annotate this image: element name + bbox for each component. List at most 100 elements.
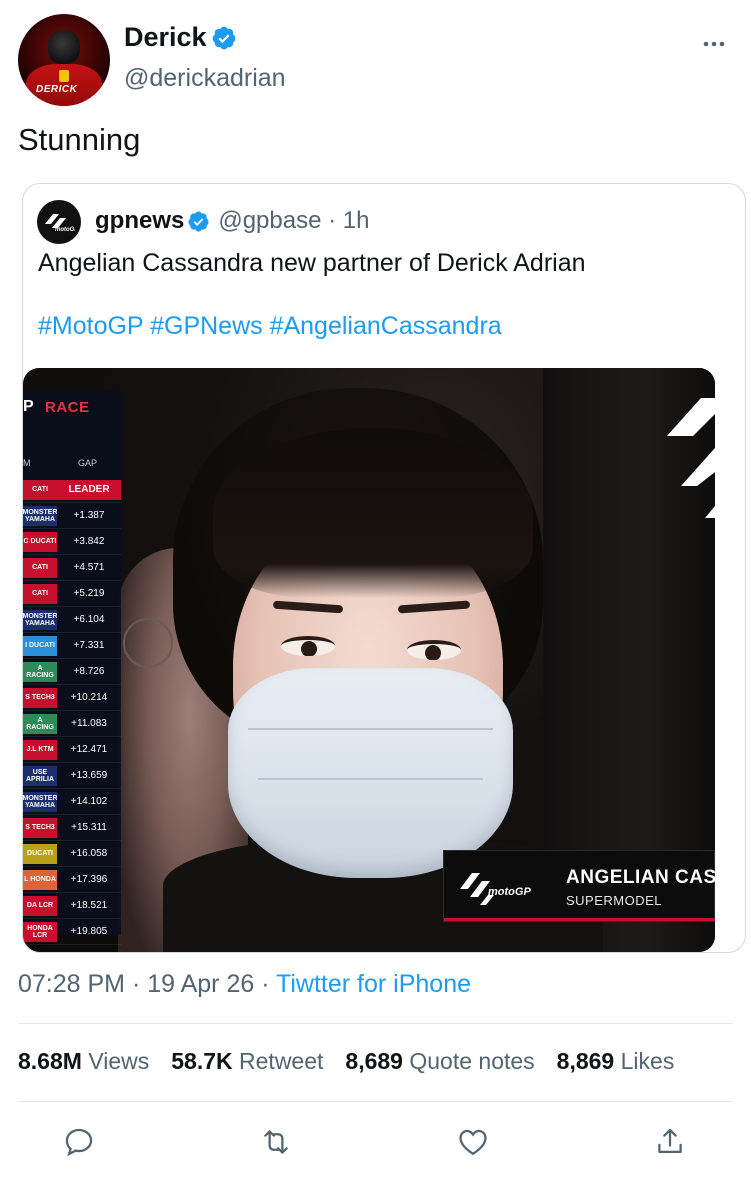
quoted-handle-time: @gpbase · 1h bbox=[218, 207, 370, 234]
quoted-media-image[interactable]: P RACE M GAP CATI LEADER MONSTER YAMAHA +1.… bbox=[23, 368, 715, 952]
standings-gap: +18.521 bbox=[70, 900, 108, 911]
stat-likes[interactable]: 8,869 Likes bbox=[557, 1048, 675, 1075]
standings-gap: +11.083 bbox=[71, 718, 107, 729]
stat-label: Quote notes bbox=[409, 1048, 535, 1074]
standings-team: CATI bbox=[23, 583, 57, 604]
background-glasses bbox=[123, 618, 173, 668]
standings-gap: LEADER bbox=[57, 479, 121, 500]
divider bbox=[18, 1023, 733, 1024]
like-icon bbox=[459, 1129, 487, 1156]
standings-p: P bbox=[23, 398, 34, 415]
motogp-logo-icon: motoGP bbox=[45, 214, 75, 233]
standings-row: CATI +4.571 bbox=[23, 555, 121, 581]
standings-team: HONDA LCR bbox=[23, 921, 57, 942]
avatar-tag: DERICK bbox=[36, 84, 78, 95]
standings-row: S TECH3 +15.311 bbox=[23, 815, 121, 841]
lower-third-role: SUPERMODEL bbox=[566, 893, 663, 908]
standings-row: MONSTER YAMAHA +6.104 bbox=[23, 607, 121, 633]
avatar-helmet bbox=[48, 30, 80, 64]
standings-gap: +13.659 bbox=[70, 770, 108, 781]
standings-rows: CATI LEADER MONSTER YAMAHA +1.387 C DUCATI +3… bbox=[23, 477, 121, 945]
standings-gap: +15.311 bbox=[71, 822, 107, 833]
standings-gap: +12.471 bbox=[70, 744, 108, 755]
mask-fold bbox=[258, 778, 483, 780]
subject-right-eye bbox=[407, 640, 461, 660]
standings-row: DA LCR +18.521 bbox=[23, 893, 121, 919]
stat-quote-notes[interactable]: 8,689 Quote notes bbox=[345, 1048, 534, 1075]
standings-row: MONSTER YAMAHA +14.102 bbox=[23, 789, 121, 815]
standings-row: CATI LEADER bbox=[23, 477, 121, 503]
lower-third-logo-text: motoGP bbox=[488, 886, 531, 898]
motogp-corner-logo-icon bbox=[667, 398, 715, 518]
lower-third-name: ANGELIAN CAS bbox=[566, 867, 715, 888]
author-name-row[interactable]: Derick bbox=[124, 22, 237, 53]
standings-row: A RACING +8.726 bbox=[23, 659, 121, 685]
stat-retweet[interactable]: 58.7K Retweet bbox=[171, 1048, 323, 1075]
standings-gap: +3.842 bbox=[73, 536, 105, 547]
stat-value: 58.7K bbox=[171, 1048, 233, 1074]
standings-team: MONSTER YAMAHA bbox=[23, 505, 57, 526]
standings-gap: +19.805 bbox=[70, 926, 108, 937]
tweet-source-link[interactable]: Tiwtter for iPhone bbox=[276, 970, 471, 998]
tweet-text: Stunning bbox=[18, 122, 141, 157]
quoted-text: Angelian Cassandra new partner of Derick… bbox=[38, 249, 586, 277]
standings-team: J.L KTM bbox=[23, 739, 57, 760]
standings-row: J.L KTM +12.471 bbox=[23, 737, 121, 763]
standings-gap: +8.726 bbox=[73, 666, 105, 677]
reply-button[interactable] bbox=[60, 1122, 98, 1162]
standings-gap: +6.104 bbox=[73, 614, 105, 625]
quoted-name-row[interactable]: gpnews @gpbase · 1h bbox=[95, 207, 369, 235]
standings-row: C DUCATI +3.842 bbox=[23, 529, 121, 555]
share-icon bbox=[658, 1128, 682, 1154]
quoted-hashtags[interactable]: #MotoGP #GPNews #AngelianCassandra bbox=[38, 312, 502, 341]
like-button[interactable] bbox=[454, 1122, 492, 1162]
race-standings-overlay: P RACE M GAP CATI LEADER MONSTER YAMAHA +1.… bbox=[23, 390, 121, 945]
standings-row: DUCATI +16.058 bbox=[23, 841, 121, 867]
standings-team: USE APRILIA bbox=[23, 765, 57, 786]
standings-team: S TECH3 bbox=[23, 687, 57, 708]
quoted-verified-badge-icon bbox=[188, 210, 209, 232]
standings-gap: +7.331 bbox=[73, 640, 105, 651]
standings-team: MONSTER YAMAHA bbox=[23, 609, 57, 630]
stat-views[interactable]: 8.68M Views bbox=[18, 1048, 149, 1075]
standings-team: A RACING bbox=[23, 661, 57, 682]
more-options-icon[interactable] bbox=[700, 30, 728, 58]
standings-team: DUCATI bbox=[23, 843, 57, 864]
lower-third-caption: motoGP ANGELIAN CAS SUPERMODEL bbox=[443, 850, 715, 922]
author-avatar[interactable]: DERICK bbox=[18, 14, 110, 106]
standings-gap-header: GAP bbox=[78, 458, 98, 468]
subject-bangs bbox=[213, 428, 533, 598]
stat-value: 8,689 bbox=[345, 1048, 403, 1074]
motogp-logo-icon: motoGP bbox=[460, 873, 531, 905]
verified-badge-icon bbox=[212, 26, 235, 49]
subject-left-eye bbox=[281, 636, 335, 656]
quoted-avatar[interactable]: motoGP bbox=[37, 200, 81, 244]
standings-team: I DUCATI bbox=[23, 635, 57, 656]
share-button[interactable] bbox=[651, 1122, 689, 1162]
standings-team: A RACING bbox=[23, 713, 57, 734]
lower-third-accent-bar bbox=[444, 918, 715, 921]
quoted-display-name[interactable]: gpnews bbox=[95, 207, 184, 235]
standings-gap: +10.214 bbox=[70, 692, 108, 703]
standings-row: HONDA LCR +19.805 bbox=[23, 919, 121, 945]
standings-team: MONSTER YAMAHA bbox=[23, 791, 57, 812]
author-handle[interactable]: @derickadrian bbox=[124, 64, 286, 93]
standings-team: L HONDA bbox=[23, 869, 57, 890]
standings-row: S TECH3 +10.214 bbox=[23, 685, 121, 711]
author-display-name[interactable]: Derick bbox=[124, 22, 207, 53]
standings-row: A RACING +11.083 bbox=[23, 711, 121, 737]
retweet-button[interactable] bbox=[257, 1122, 295, 1162]
standings-title: RACE bbox=[45, 399, 90, 416]
stat-value: 8.68M bbox=[18, 1048, 82, 1074]
tweet-timestamp-line: 07:28 PM · 19 Apr 26 · Tiwtter for iPhon… bbox=[18, 970, 471, 999]
stat-label: Views bbox=[88, 1048, 150, 1074]
standings-team: CATI bbox=[23, 557, 57, 578]
tweet-stats: 8.68M Views 58.7K Retweet 8,689 Quote note… bbox=[18, 1048, 696, 1075]
quoted-tweet-card[interactable]: motoGP gpnews @gpbase · 1h Angelian Cass… bbox=[22, 183, 746, 953]
standings-row: I DUCATI +7.331 bbox=[23, 633, 121, 659]
standings-row: L HONDA +17.396 bbox=[23, 867, 121, 893]
standings-row: USE APRILIA +13.659 bbox=[23, 763, 121, 789]
subject-face-mask bbox=[228, 668, 513, 878]
standings-gap: +1.387 bbox=[73, 510, 105, 521]
logo-wordmark: motoGP bbox=[55, 227, 75, 233]
